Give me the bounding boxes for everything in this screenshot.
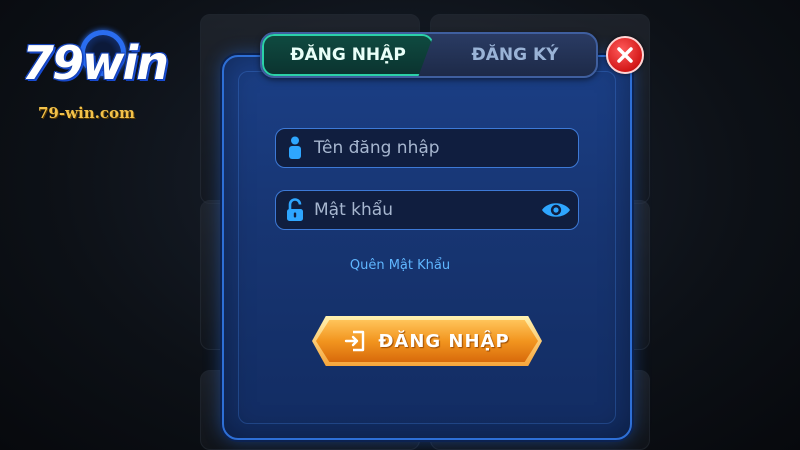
close-icon <box>617 47 633 63</box>
login-button-label: ĐĂNG NHẬP <box>378 330 510 352</box>
brand-logo: 79win 79-win.com <box>18 30 198 130</box>
login-button[interactable]: ĐĂNG NHẬP <box>316 320 538 362</box>
show-password-toggle[interactable] <box>534 200 578 220</box>
tab-login[interactable]: ĐĂNG NHẬP <box>262 34 434 76</box>
close-button[interactable] <box>606 36 644 74</box>
password-field[interactable]: Mật khẩu <box>275 190 579 230</box>
tab-register[interactable]: ĐĂNG KÝ <box>434 34 596 76</box>
login-icon <box>345 330 365 352</box>
auth-tabs: ĐĂNG NHẬP ĐĂNG KÝ <box>260 32 598 78</box>
logo-wordmark: 79win <box>22 36 169 90</box>
user-icon <box>276 136 314 160</box>
username-field[interactable]: Tên đăng nhập <box>275 128 579 168</box>
eye-icon <box>542 203 570 217</box>
lock-icon <box>276 198 314 222</box>
logo-domain: 79-win.com <box>38 104 135 122</box>
password-input[interactable]: Mật khẩu <box>314 200 534 220</box>
forgot-password-link[interactable]: Quên Mật Khẩu <box>0 258 800 273</box>
login-modal <box>222 55 632 440</box>
username-input[interactable]: Tên đăng nhập <box>314 138 578 158</box>
modal-inner-frame <box>238 71 616 424</box>
